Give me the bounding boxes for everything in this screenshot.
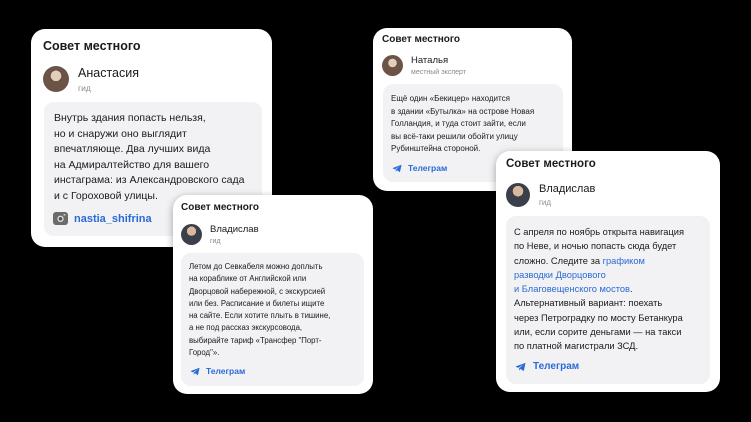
avatar[interactable] bbox=[181, 224, 202, 245]
tip-line: разводки Дворцового bbox=[514, 268, 702, 282]
author: Владислав гид bbox=[506, 183, 595, 207]
author-name: Владислав bbox=[210, 224, 259, 235]
tip-text: Ещё один «Бекицер» находится в здании «Б… bbox=[391, 93, 555, 156]
card-title: Совет местного bbox=[181, 202, 260, 213]
author: Наталья местный эксперт bbox=[382, 55, 466, 76]
bridge-schedule-link[interactable]: графиком bbox=[603, 256, 645, 266]
author-name: Анастасия bbox=[78, 66, 139, 80]
telegram-label: Телеграм bbox=[533, 361, 580, 372]
tip-line: но и снаружи оно выглядит bbox=[54, 127, 187, 140]
tip-text-segment: сложно. Следите за bbox=[514, 255, 603, 266]
instagram-icon bbox=[53, 212, 68, 225]
tip-text: С апреля по ноябрь открыта навигация по … bbox=[514, 225, 702, 354]
telegram-icon bbox=[392, 164, 402, 172]
tip-text: Внутрь здания попасть нельзя, но и снару… bbox=[54, 111, 252, 204]
tip-line: или без. Расписание и билеты ищите bbox=[189, 298, 325, 308]
tip-line: на сайте. Если хотите плыть в тишине, bbox=[189, 311, 331, 321]
instagram-link[interactable]: nastia_shifrina bbox=[53, 212, 152, 225]
author-name: Владислав bbox=[539, 183, 596, 195]
instagram-label: nastia_shifrina bbox=[74, 212, 152, 225]
tip-line: на Адмиралтейство для вашего bbox=[54, 158, 210, 171]
telegram-link[interactable]: Телеграм bbox=[392, 163, 447, 173]
telegram-label: Телеграм bbox=[408, 163, 448, 173]
tip-card-vladislav-large: Совет местного Владислав гид С апреля по… bbox=[496, 151, 720, 392]
bridge-schedule-link[interactable]: и Благовещенского мостов bbox=[514, 284, 630, 294]
card-title: Совет местного bbox=[382, 34, 461, 45]
tip-line: С апреля по ноябрь открыта навигация bbox=[514, 227, 685, 237]
tip-line: Ещё один «Бекицер» находится bbox=[391, 94, 510, 103]
author: Анастасия гид bbox=[43, 66, 139, 93]
author: Владислав гид bbox=[181, 224, 259, 245]
avatar[interactable] bbox=[382, 55, 403, 76]
tip-line: инстаграма: из Александровского сада bbox=[54, 174, 245, 186]
telegram-icon bbox=[515, 362, 526, 371]
avatar[interactable] bbox=[43, 66, 69, 92]
card-title: Совет местного bbox=[506, 158, 596, 170]
tip-line: через Петроградку по мосту Бетанкура bbox=[514, 312, 683, 323]
tip-line: Альтернативный вариант: поехать bbox=[514, 298, 663, 309]
tip-line: по Неве, и ночью попасть сюда будет bbox=[514, 241, 677, 252]
tip-text: Летом до Севкабеля можно доплыть на кора… bbox=[189, 261, 356, 359]
tip-card-vladislav-small: Совет местного Владислав гид Летом до Се… bbox=[173, 195, 373, 394]
tip-line: впечатляюще. Два лучших вида bbox=[54, 143, 211, 155]
tip-line: вы всё-таки решили обойти улицу bbox=[391, 131, 518, 141]
tip-line: сложно. Следите за графиком bbox=[514, 254, 702, 268]
telegram-link[interactable]: Телеграм bbox=[515, 361, 579, 372]
tip-line: Внутрь здания попасть нельзя, bbox=[54, 112, 206, 124]
tip-bubble: С апреля по ноябрь открыта навигация по … bbox=[506, 216, 710, 384]
tip-line: Город"». bbox=[189, 348, 220, 358]
tip-line: Летом до Севкабеля можно доплыть bbox=[189, 262, 323, 271]
author-role: гид bbox=[539, 198, 552, 207]
telegram-icon bbox=[190, 367, 200, 375]
tip-line: а не под рассказ экскурсовода, bbox=[189, 323, 303, 333]
author-role: местный эксперт bbox=[411, 69, 467, 76]
tip-line: выбирайте тариф «Трансфер "Порт- bbox=[189, 335, 322, 345]
tip-line: в здании «Бутылка» на острове Новая bbox=[391, 106, 535, 116]
tip-line: на кораблике от Английской или bbox=[189, 274, 307, 284]
tip-line: или, если сорите деньгами — на такси bbox=[514, 327, 682, 338]
tip-text-segment: . bbox=[629, 284, 633, 295]
tip-line: Голландия, и туда стоит зайти, если bbox=[391, 119, 526, 128]
author-name: Наталья bbox=[411, 55, 449, 66]
tip-line: и Благовещенского мостов. bbox=[514, 282, 702, 296]
author-role: гид bbox=[210, 238, 221, 245]
telegram-label: Телеграм bbox=[206, 366, 246, 376]
card-title: Совет местного bbox=[43, 39, 141, 53]
tip-line: Дворцовой набережной, с экскурсией bbox=[189, 286, 326, 296]
bridge-schedule-link[interactable]: разводки Дворцового bbox=[514, 270, 606, 280]
telegram-link[interactable]: Телеграм bbox=[190, 366, 245, 376]
avatar[interactable] bbox=[506, 183, 530, 207]
tip-line: по платной магистрали ЗСД. bbox=[514, 341, 639, 352]
tip-bubble: Летом до Севкабеля можно доплыть на кора… bbox=[181, 253, 364, 386]
author-role: гид bbox=[78, 83, 91, 93]
